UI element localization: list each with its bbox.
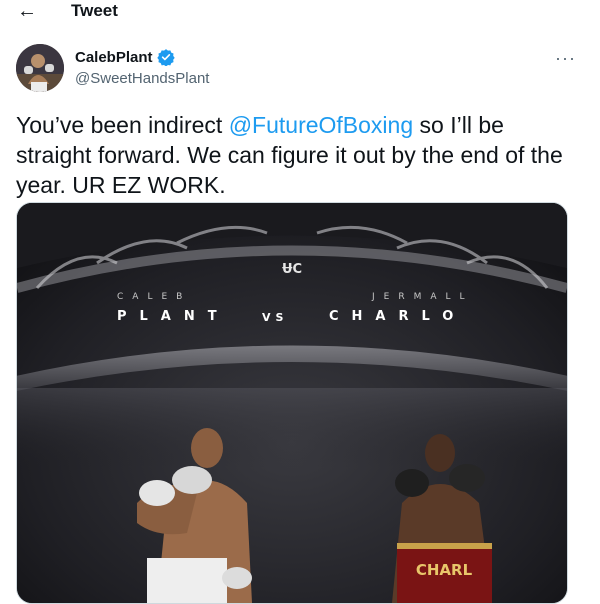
left-first-name: CALEB [117, 292, 192, 302]
tweet-header: ← Tweet [0, 0, 600, 26]
author-name-row: CalebPlant [75, 48, 175, 67]
author-display-name[interactable]: CalebPlant [75, 49, 153, 66]
left-last-name: PLANT [117, 309, 230, 324]
right-first-name: JERMALL [372, 292, 474, 302]
tweet-media-image[interactable]: ɄC CHARL CALEB PLANT VS JERMALL CHARLO [16, 202, 568, 604]
vs-label: VS [262, 311, 289, 324]
mention-link[interactable]: @FutureOfBoxing [229, 112, 413, 138]
avatar[interactable] [16, 44, 64, 92]
back-arrow-icon[interactable]: ← [16, 0, 38, 22]
author-handle[interactable]: @SweetHandsPlant [75, 70, 209, 87]
tweet-text-before: You’ve been indirect [16, 112, 229, 138]
more-horizontal-icon[interactable]: ··· [555, 48, 576, 69]
page-title: Tweet [71, 1, 118, 20]
verified-badge-icon [156, 48, 175, 67]
trunks-text: CHARL [416, 561, 473, 579]
svg-text:ɄC: ɄC [282, 262, 302, 277]
right-last-name: CHARLO [329, 309, 467, 324]
tweet-text: You’ve been indirect @FutureOfBoxing so … [16, 110, 576, 200]
